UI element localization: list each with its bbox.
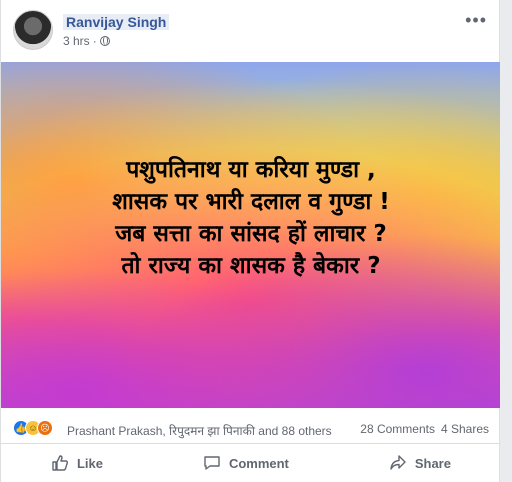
- image-text-line: तो राज्य का शासक है बेकार ?: [121, 253, 381, 279]
- post-meta: 3 hrs ·: [63, 34, 110, 48]
- thumbs-up-icon: [52, 455, 68, 471]
- reaction-icons[interactable]: 👍 ☺ ☹: [13, 420, 53, 436]
- image-text: पशुपतिनाथ या करिया मुण्डा , शासक पर भारी…: [1, 154, 501, 282]
- image-text-line: पशुपतिनाथ या करिया मुण्डा ,: [126, 157, 376, 183]
- image-text-line: शासक पर भारी दलाल व गुण्डा !: [112, 189, 390, 215]
- ellipsis-icon[interactable]: •••: [465, 10, 487, 31]
- like-label: Like: [76, 455, 103, 471]
- comment-icon: [204, 456, 220, 470]
- action-bar: Like Comment Share: [1, 444, 501, 482]
- post-header: Ranvijay Singh 3 hrs · •••: [1, 0, 501, 62]
- post-time[interactable]: 3 hrs: [63, 34, 90, 48]
- globe-icon[interactable]: [99, 36, 110, 46]
- share-button[interactable]: Share: [389, 454, 451, 472]
- reactions-bar: 👍 ☺ ☹ Prashant Prakash, रिपुदमन झा पिनाक…: [1, 408, 501, 444]
- author-name[interactable]: Ranvijay Singh: [63, 14, 170, 30]
- comments-count[interactable]: 28 Comments: [360, 422, 435, 436]
- angry-reaction-icon: ☹: [37, 420, 53, 436]
- engagement-counts: 28 Comments 4 Shares: [360, 422, 489, 436]
- share-label: Share: [414, 455, 451, 471]
- avatar[interactable]: [13, 10, 53, 50]
- post-card: Ranvijay Singh 3 hrs · ••• पशुपतिनाथ या …: [0, 0, 501, 482]
- page-background: [500, 0, 512, 482]
- shares-count[interactable]: 4 Shares: [441, 422, 489, 436]
- post-image[interactable]: पशुपतिनाथ या करिया मुण्डा , शासक पर भारी…: [1, 62, 501, 408]
- time-separator: ·: [92, 34, 97, 48]
- share-icon: [390, 455, 406, 470]
- like-button[interactable]: Like: [51, 454, 103, 472]
- reaction-names[interactable]: Prashant Prakash, रिपुदमन झा पिनाकी and …: [67, 422, 332, 439]
- image-text-line: जब सत्ता का सांसद हों लाचार ?: [115, 221, 387, 247]
- comment-button[interactable]: Comment: [203, 454, 289, 472]
- comment-label: Comment: [228, 455, 289, 471]
